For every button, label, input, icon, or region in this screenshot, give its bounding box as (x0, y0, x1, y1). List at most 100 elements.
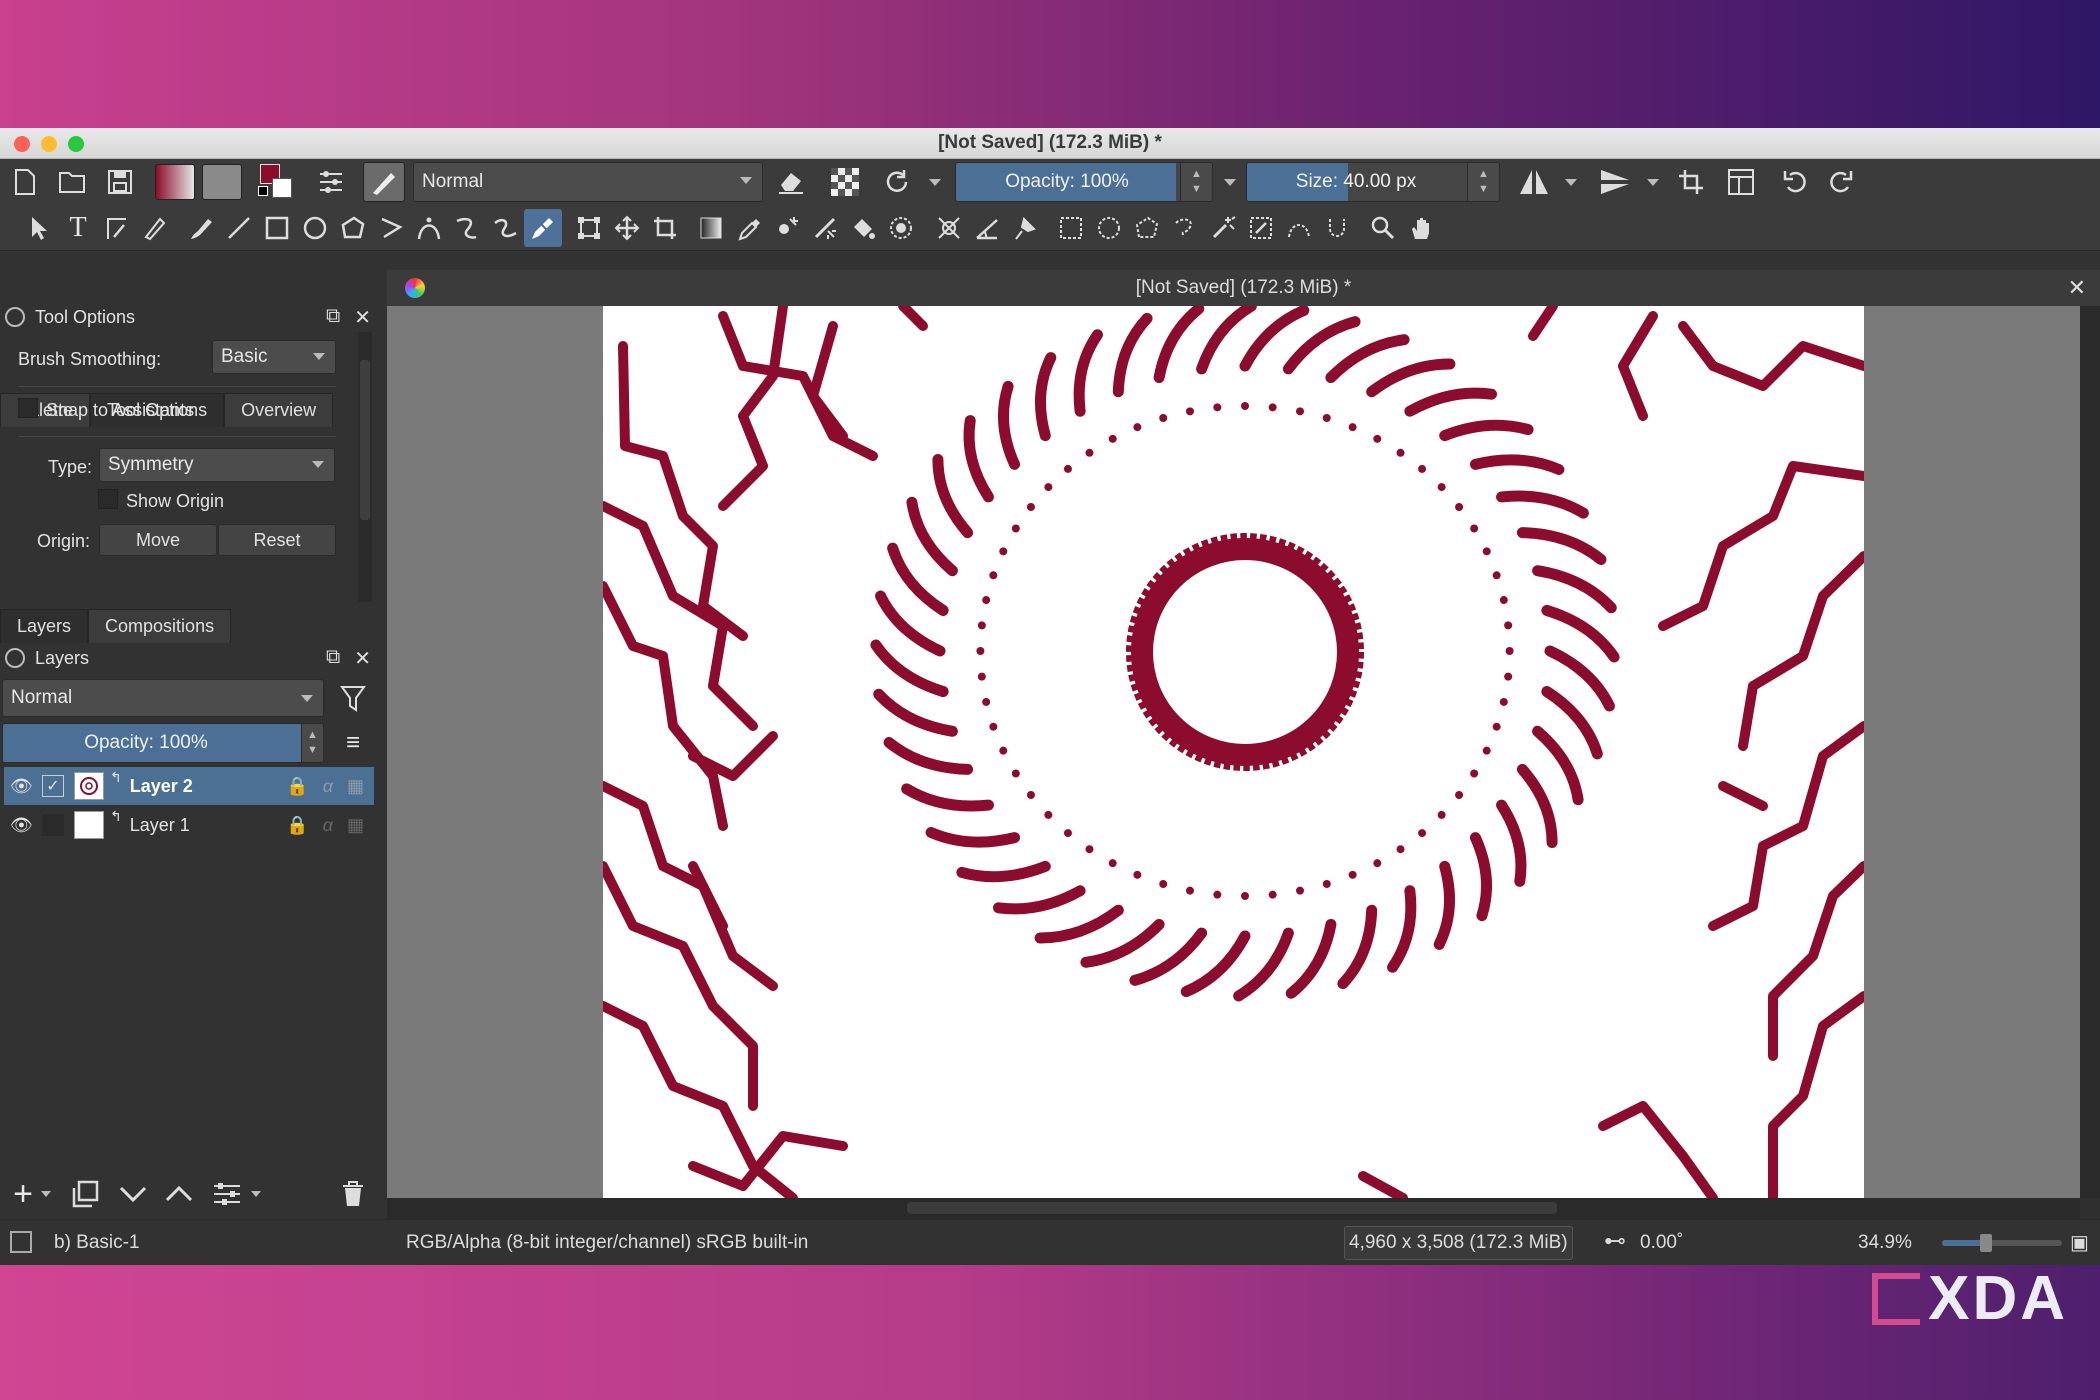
pan-tool-icon[interactable] (1402, 209, 1440, 247)
scroll-thumb[interactable] (907, 1202, 1557, 1214)
crop-tool-icon[interactable] (646, 209, 684, 247)
gradient-tool-icon[interactable] (692, 209, 730, 247)
zoom-slider-handle[interactable] (1980, 1234, 1992, 1252)
polygon-tool-icon[interactable] (334, 209, 372, 247)
canvas-horizontal-scrollbar[interactable] (387, 1198, 2080, 1219)
fg-bg-color-selector[interactable] (258, 162, 300, 202)
size-spinner[interactable]: ▲ ▼ (1467, 163, 1499, 201)
colorize-mask-icon[interactable] (768, 209, 806, 247)
layer-checkbox[interactable]: ✓ (42, 775, 64, 797)
close-window-button[interactable] (14, 136, 30, 152)
status-rotation[interactable]: 0.00˚ (1640, 1232, 1683, 1254)
background-color-swatch[interactable] (272, 178, 292, 198)
default-colors-icon[interactable] (258, 186, 268, 196)
layer-opacity-spinner[interactable]: ▲ ▼ (301, 724, 323, 762)
tool-options-scrollbar[interactable] (358, 332, 372, 602)
mirror-v-dropdown-icon[interactable] (1646, 175, 1660, 189)
layer-name[interactable]: Layer 1 (130, 815, 190, 836)
brush-preset-button[interactable] (363, 162, 405, 202)
reference-images-icon[interactable] (1006, 209, 1044, 247)
tab-layers[interactable]: Layers (0, 609, 89, 643)
tab-compositions[interactable]: Compositions (88, 609, 232, 643)
visibility-eye-icon[interactable]: 👁 (10, 815, 34, 836)
opacity-spinner[interactable]: ▲ ▼ (1180, 163, 1212, 201)
layer-name[interactable]: Layer 2 (130, 776, 193, 797)
minimize-window-button[interactable] (41, 136, 57, 152)
move-layer-down-icon[interactable] (116, 1178, 150, 1210)
zoom-slider[interactable] (1942, 1234, 2062, 1252)
move-layer-up-icon[interactable] (162, 1178, 196, 1210)
reload-preset-icon[interactable] (878, 163, 916, 201)
panel-lock-icon[interactable] (5, 307, 25, 327)
alpha-lock-icon[interactable]: α (323, 776, 333, 797)
inherit-alpha-icon[interactable]: ▦ (347, 815, 364, 836)
canvas-paper[interactable] (603, 306, 1864, 1198)
enclose-fill-icon[interactable] (882, 209, 920, 247)
layer-menu-icon[interactable]: ≡ (336, 725, 370, 761)
color-picker-icon[interactable] (730, 209, 768, 247)
status-brush[interactable]: b) Basic-1 (54, 1232, 140, 1254)
ellipse-select-icon[interactable] (1090, 209, 1128, 247)
layer-properties-icon[interactable] (210, 1178, 244, 1210)
close-document-icon[interactable]: ✕ (2068, 275, 2086, 301)
assistant-tool-icon[interactable] (930, 209, 968, 247)
move-tool-icon[interactable] (608, 209, 646, 247)
zoom-tool-icon[interactable] (1364, 209, 1402, 247)
contiguous-select-icon[interactable] (1204, 209, 1242, 247)
save-document-icon[interactable] (101, 163, 139, 201)
rectangle-select-icon[interactable] (1052, 209, 1090, 247)
select-shapes-icon[interactable] (20, 209, 58, 247)
rectangle-tool-icon[interactable] (258, 209, 296, 247)
alpha-lock-icon[interactable]: α (323, 815, 333, 836)
duplicate-layer-icon[interactable] (68, 1178, 102, 1210)
preserve-alpha-icon[interactable] (826, 163, 864, 201)
rotation-icon[interactable]: ⊷ (1604, 1228, 1626, 1254)
status-zoom[interactable]: 34.9% (1858, 1232, 1912, 1254)
layer-checkbox[interactable] (42, 814, 64, 836)
magnetic-select-icon[interactable] (1318, 209, 1356, 247)
document-tab[interactable]: [Not Saved] (172.3 MiB) * ✕ (387, 270, 2100, 306)
mirror-h-dropdown-icon[interactable] (1564, 175, 1578, 189)
reset-origin-button[interactable]: Reset (218, 524, 336, 556)
delete-layer-icon[interactable] (336, 1178, 370, 1210)
panel-lock-icon[interactable] (5, 648, 25, 668)
filter-icon[interactable] (336, 681, 370, 717)
close-panel-icon[interactable]: ✕ (354, 646, 371, 671)
opacity-dropdown-icon[interactable] (1223, 175, 1237, 189)
line-tool-icon[interactable] (220, 209, 258, 247)
freehand-brush-icon[interactable] (182, 209, 220, 247)
bezier-tool-icon[interactable] (410, 209, 448, 247)
symmetry-drawing[interactable] (603, 306, 1864, 1198)
canvas-only-icon[interactable]: ▣ (2070, 1230, 2089, 1255)
edit-brush-settings-icon[interactable] (312, 163, 350, 201)
lock-icon[interactable]: 🔒 (286, 815, 308, 836)
mirror-horizontal-icon[interactable] (1515, 163, 1553, 201)
pattern-preset-button[interactable] (202, 164, 242, 200)
open-document-icon[interactable] (53, 163, 91, 201)
text-tool-icon[interactable]: T (59, 209, 97, 247)
snap-assistants-checkbox[interactable] (18, 398, 38, 418)
ellipse-tool-icon[interactable] (296, 209, 334, 247)
opacity-slider[interactable]: Opacity: 100% ▲ ▼ (955, 162, 1213, 202)
layer-blend-mode-select[interactable]: Normal (2, 679, 324, 717)
canvas-vertical-scrollbar[interactable] (2080, 306, 2100, 1198)
polyline-tool-icon[interactable] (372, 209, 410, 247)
multibrush-type-select[interactable]: Symmetry (99, 448, 335, 482)
float-panel-icon[interactable]: ⧉ (326, 646, 340, 671)
wrap-around-icon[interactable] (1672, 163, 1710, 201)
bezier-select-icon[interactable] (1280, 209, 1318, 247)
close-panel-icon[interactable]: ✕ (354, 305, 371, 330)
float-panel-icon[interactable]: ⧉ (326, 305, 340, 330)
dynamic-brush-icon[interactable] (486, 209, 524, 247)
brush-smoothing-select[interactable]: Basic (212, 340, 336, 374)
fill-tool-icon[interactable] (844, 209, 882, 247)
multibrush-tool-icon[interactable] (524, 209, 562, 247)
measure-tool-icon[interactable] (968, 209, 1006, 247)
redo-icon[interactable] (1822, 163, 1860, 201)
freehand-select-icon[interactable] (1166, 209, 1204, 247)
smart-patch-icon[interactable] (806, 209, 844, 247)
lock-icon[interactable]: 🔒 (286, 776, 308, 797)
visibility-eye-icon[interactable]: 👁 (10, 776, 34, 797)
workspace-icon[interactable] (1722, 163, 1760, 201)
eraser-mode-icon[interactable] (772, 163, 810, 201)
